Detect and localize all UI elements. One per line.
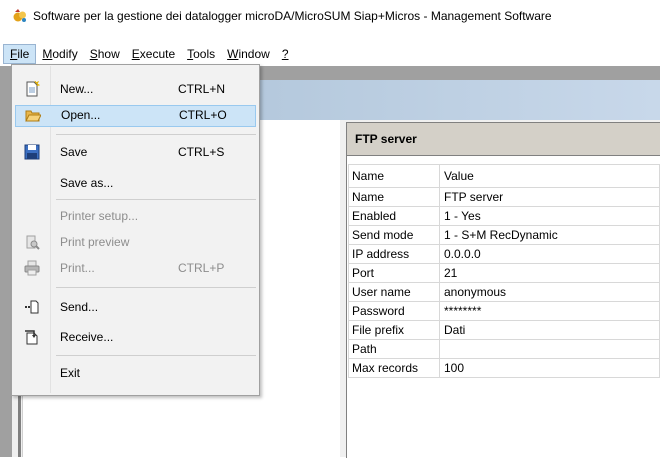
- properties-panel-title: FTP server: [355, 132, 417, 146]
- menu-modify[interactable]: Modify: [36, 44, 83, 64]
- send-icon: [24, 299, 40, 315]
- grid-row[interactable]: Password ********: [348, 301, 660, 321]
- properties-grid: Name Value Name FTP server Enabled 1 - Yes…: [348, 164, 660, 378]
- menu-item-open[interactable]: Open... CTRL+O: [15, 105, 256, 127]
- grid-cell-name: User name: [348, 282, 440, 302]
- grid-cell-name: Port: [348, 263, 440, 283]
- grid-row[interactable]: Enabled 1 - Yes: [348, 206, 660, 226]
- menu-item-exit[interactable]: Exit: [12, 363, 259, 385]
- grid-cell-name: Max records: [348, 358, 440, 378]
- grid-cell-name: Send mode: [348, 225, 440, 245]
- menu-show[interactable]: Show: [84, 44, 126, 64]
- menu-item-save-as[interactable]: Save as...: [12, 173, 259, 195]
- grid-cell-value[interactable]: FTP server: [439, 187, 660, 207]
- menu-item-print-preview[interactable]: Print preview: [12, 232, 259, 254]
- menu-separator: [56, 355, 256, 356]
- menu-item-new[interactable]: New... CTRL+N: [12, 79, 259, 101]
- menu-execute[interactable]: Execute: [126, 44, 181, 64]
- menu-help[interactable]: ?: [276, 44, 295, 64]
- grid-cell-name: File prefix: [348, 320, 440, 340]
- grid-row[interactable]: Send mode 1 - S+M RecDynamic: [348, 225, 660, 245]
- grid-cell-value[interactable]: 1 - Yes: [439, 206, 660, 226]
- grid-row[interactable]: User name anonymous: [348, 282, 660, 302]
- grid-cell-value[interactable]: [439, 339, 660, 359]
- grid-cell-name: Enabled: [348, 206, 440, 226]
- grid-row[interactable]: Port 21: [348, 263, 660, 283]
- grid-row[interactable]: File prefix Dati: [348, 320, 660, 340]
- properties-panel-header: FTP server: [347, 123, 660, 156]
- file-menu-dropdown: New... CTRL+N Open... CTRL+O Save CTRL+S…: [11, 64, 260, 396]
- menu-item-printer-setup[interactable]: Printer setup...: [12, 206, 259, 228]
- window-titlebar: Software per la gestione dei datalogger …: [0, 0, 660, 32]
- menu-file[interactable]: File: [3, 44, 37, 64]
- menu-item-print[interactable]: Print... CTRL+P: [12, 258, 259, 280]
- grid-cell-name: Path: [348, 339, 440, 359]
- grid-row[interactable]: Max records 100: [348, 358, 660, 378]
- grid-cell-value[interactable]: 21: [439, 263, 660, 283]
- menu-separator: [56, 199, 256, 200]
- app-logo-icon: [12, 8, 28, 24]
- menu-item-receive[interactable]: Receive...: [12, 327, 259, 349]
- grid-cell-value[interactable]: 100: [439, 358, 660, 378]
- menu-separator: [56, 287, 256, 288]
- grid-header-name[interactable]: Name: [348, 164, 440, 188]
- grid-cell-value[interactable]: 0.0.0.0: [439, 244, 660, 264]
- grid-cell-name: IP address: [348, 244, 440, 264]
- grid-row[interactable]: Name FTP server: [348, 187, 660, 207]
- grid-cell-value[interactable]: Dati: [439, 320, 660, 340]
- menu-item-save[interactable]: Save CTRL+S: [12, 142, 259, 164]
- save-icon: [24, 144, 40, 160]
- menu-separator: [56, 134, 256, 135]
- menu-item-send[interactable]: Send...: [12, 297, 259, 319]
- grid-row[interactable]: IP address 0.0.0.0: [348, 244, 660, 264]
- folder-open-icon: [25, 108, 42, 124]
- menu-tools[interactable]: Tools: [181, 44, 221, 64]
- new-file-icon: [24, 80, 41, 97]
- grid-cell-value[interactable]: 1 - S+M RecDynamic: [439, 225, 660, 245]
- grid-header-value[interactable]: Value: [439, 164, 660, 188]
- grid-cell-value[interactable]: anonymous: [439, 282, 660, 302]
- printer-icon: [24, 260, 40, 276]
- menubar: File Modify Show Execute Tools Window ?: [0, 44, 660, 64]
- grid-header-row: Name Value: [348, 164, 660, 188]
- print-preview-icon: [24, 234, 40, 250]
- menu-window[interactable]: Window: [221, 44, 276, 64]
- grid-cell-name: Name: [348, 187, 440, 207]
- grid-cell-value[interactable]: ********: [439, 301, 660, 321]
- window-title: Software per la gestione dei datalogger …: [33, 9, 552, 23]
- receive-icon: [24, 329, 40, 345]
- grid-row[interactable]: Path: [348, 339, 660, 359]
- grid-cell-name: Password: [348, 301, 440, 321]
